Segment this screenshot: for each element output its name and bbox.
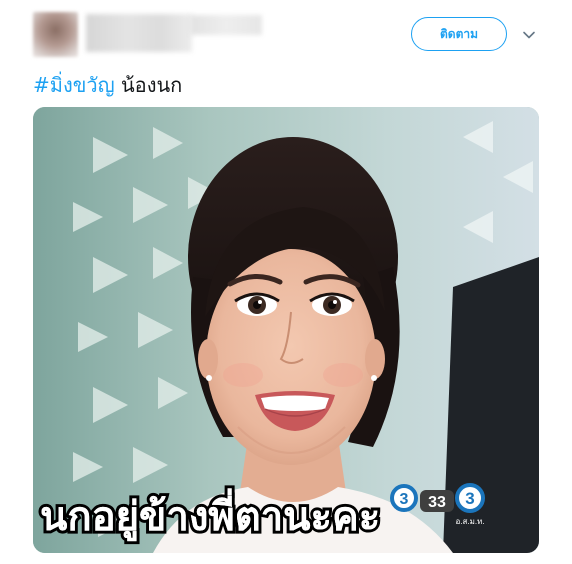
svg-text:3: 3 bbox=[400, 491, 409, 508]
hashtag-link[interactable]: #มิ่งขวัญ bbox=[33, 73, 115, 97]
logo-caption-text: อ.ส.ม.ท. bbox=[455, 517, 484, 526]
handle-blurred[interactable] bbox=[190, 15, 262, 35]
channel-3-logo: 3 33 3 อ.ส.ม.ท. bbox=[390, 478, 490, 528]
display-name-blurred[interactable] bbox=[86, 14, 192, 52]
svg-text:3: 3 bbox=[465, 489, 474, 508]
tweet-card: ติดตาม #มิ่งขวัญ น้องนก 3 33 3 อ.ส.ม.ท. … bbox=[0, 0, 572, 564]
chevron-down-icon bbox=[523, 31, 535, 39]
avatar[interactable] bbox=[33, 12, 78, 57]
subtitle-text: นกอยู่ข้างพี่ตานะคะ bbox=[40, 494, 381, 540]
logo-number-text: 33 bbox=[428, 494, 446, 511]
more-options-button[interactable] bbox=[520, 26, 538, 44]
tweet-text: #มิ่งขวัญ น้องนก bbox=[33, 70, 182, 100]
follow-button[interactable]: ติดตาม bbox=[411, 17, 507, 51]
follow-button-label: ติดตาม bbox=[439, 26, 479, 41]
tweet-body-text: น้องนก bbox=[114, 73, 183, 97]
